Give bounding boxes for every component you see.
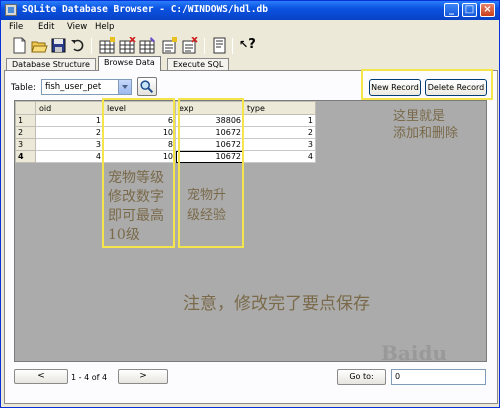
search-icon (140, 80, 154, 94)
cell-oid[interactable]: 1 (35, 114, 104, 127)
table-label: Table: (11, 83, 36, 93)
row-number[interactable]: 2 (15, 126, 36, 139)
create-index-icon[interactable] (161, 37, 178, 54)
menu-help[interactable]: Help (95, 22, 114, 32)
menu-edit[interactable]: Edit (38, 22, 54, 32)
cell-type[interactable]: 4 (243, 150, 316, 163)
modify-table-icon[interactable] (139, 37, 156, 54)
open-database-icon[interactable] (31, 37, 48, 54)
cell-oid[interactable]: 2 (35, 126, 104, 139)
column-header-type[interactable]: type (243, 101, 316, 115)
table-select[interactable]: fish_user_pet (41, 79, 132, 95)
menu-view[interactable]: View (67, 22, 87, 32)
undo-icon[interactable] (69, 37, 86, 54)
record-range: 1 - 4 of 4 (71, 373, 108, 382)
annotation-box-buttons (361, 69, 493, 100)
menu-file[interactable]: File (9, 22, 23, 32)
toolbar-separator (91, 38, 92, 54)
toolbar: ↖? (3, 35, 497, 57)
cell-type[interactable]: 2 (243, 126, 316, 139)
menu-bar: File Edit View Help (1, 20, 499, 34)
annotation-level-note: 宠物等级 修改数字 即可最高 10级 (108, 170, 164, 243)
cell-type[interactable]: 3 (243, 138, 316, 151)
row-header-corner (15, 101, 36, 115)
toolbar-separator (204, 38, 205, 54)
window-title: SQLite Database Browser - C:/WINDOWS/hdl… (22, 4, 268, 15)
goto-button[interactable]: Go to: (337, 369, 386, 385)
search-button[interactable] (137, 77, 157, 96)
minimize-button[interactable]: _ (444, 3, 459, 17)
save-icon[interactable] (50, 37, 67, 54)
annotation-exp-note: 宠物升 级经验 (187, 188, 227, 223)
title-bar[interactable]: SQLite Database Browser - C:/WINDOWS/hdl… (1, 1, 499, 20)
app-icon (5, 4, 17, 16)
previous-page-button[interactable]: < (14, 369, 68, 384)
row-number[interactable]: 3 (15, 138, 36, 151)
chevron-down-icon[interactable] (118, 80, 131, 94)
query-icon[interactable] (211, 37, 228, 54)
close-button[interactable]: × (480, 3, 495, 17)
whats-this-icon[interactable]: ↖? (239, 37, 256, 54)
delete-table-icon[interactable] (119, 36, 136, 54)
row-number[interactable]: 4 (15, 150, 36, 163)
cell-type[interactable]: 1 (243, 114, 316, 127)
watermark: Baidu (381, 341, 447, 365)
create-table-icon[interactable] (99, 37, 116, 54)
app-window: SQLite Database Browser - C:/WINDOWS/hdl… (0, 0, 500, 408)
toolbar-separator (232, 38, 233, 54)
cell-oid[interactable]: 3 (35, 138, 104, 151)
maximize-button[interactable]: □ (462, 3, 477, 17)
next-page-button[interactable]: > (118, 369, 168, 384)
table-select-value: fish_user_pet (45, 82, 102, 92)
tab-browse-data[interactable]: Browse Data (98, 56, 161, 71)
new-database-icon[interactable] (11, 37, 28, 54)
goto-input[interactable]: 0 (391, 369, 486, 385)
cell-oid[interactable]: 4 (35, 150, 104, 163)
row-number[interactable]: 1 (15, 114, 36, 127)
delete-index-icon[interactable] (181, 36, 198, 54)
annotation-save-note: 注意，修改完了要点保存 (183, 294, 370, 314)
column-header-oid[interactable]: oid (35, 101, 104, 115)
annotation-add-delete: 这里就是 添加和删除 (393, 109, 459, 141)
